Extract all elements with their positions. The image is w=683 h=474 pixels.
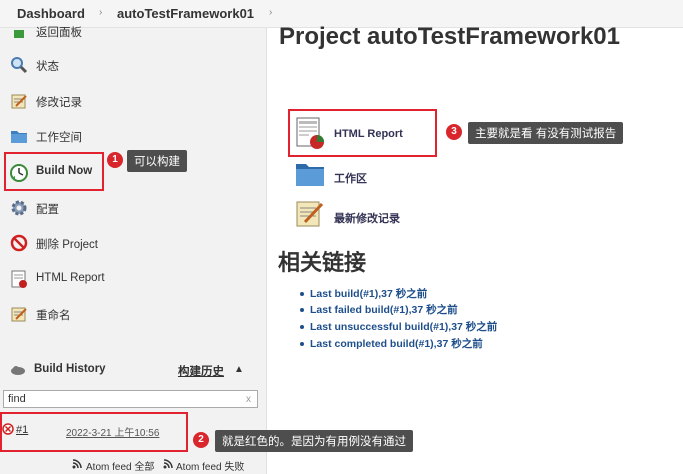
sidebar-item-changes[interactable]: 修改记录 — [0, 84, 267, 118]
chevron-up-icon[interactable]: ▲ — [234, 364, 244, 375]
sidebar-item-configure[interactable]: 配置 — [0, 191, 267, 225]
sidebar-item-label: 配置 — [36, 204, 59, 216]
rss-icon — [163, 459, 173, 469]
related-link-last-failed[interactable]: Last failed build(#1),37 秒之前 — [300, 302, 458, 317]
sidebar-item-html-report[interactable]: HTML Report — [0, 262, 267, 296]
sidebar-item-status[interactable]: 状态 — [0, 48, 267, 82]
sidebar-item-label: 删除 Project — [36, 239, 98, 251]
notepad-icon[interactable] — [295, 198, 325, 228]
sidebar-item-rename[interactable]: 重命名 — [0, 297, 267, 331]
highlight-failed-build — [0, 412, 188, 452]
report-icon — [11, 270, 27, 288]
annotation-tooltip-3: 主要就是看 有没有测试报告 — [468, 122, 624, 144]
folder-icon — [11, 131, 27, 143]
latest-changes-link[interactable]: 最新修改记录 — [334, 210, 400, 226]
search-icon — [11, 57, 28, 74]
sidebar-item-label: 工作空间 — [36, 132, 82, 144]
sidebar-item-label: 重命名 — [36, 310, 71, 322]
atom-feed-fail-link[interactable]: Atom feed 失败 — [176, 458, 244, 473]
annotation-badge-2: 2 — [193, 432, 209, 448]
related-link-last-completed[interactable]: Last completed build(#1),37 秒之前 — [300, 336, 483, 351]
chevron-right-icon[interactable]: › — [269, 7, 272, 18]
no-entry-icon — [10, 234, 28, 252]
workspace-link[interactable]: 工作区 — [334, 170, 367, 186]
notepad-icon — [11, 94, 27, 109]
related-link-last-build[interactable]: Last build(#1),37 秒之前 — [300, 286, 427, 301]
gear-icon — [11, 200, 27, 216]
up-arrow-icon — [14, 30, 24, 38]
atom-feed-all-link[interactable]: Atom feed 全部 — [86, 458, 154, 473]
page-title: Project autoTestFramework01 — [279, 23, 621, 50]
build-search-input[interactable] — [3, 390, 258, 408]
annotation-badge-3: 3 — [446, 124, 462, 140]
clear-search-icon[interactable]: x — [246, 394, 251, 405]
annotation-badge-1: 1 — [107, 152, 123, 168]
sidebar: 返回面板 状态 修改记录 工作空间 Build Now 配置 删除 Projec… — [0, 27, 267, 474]
related-link-last-unsuccessful[interactable]: Last unsuccessful build(#1),37 秒之前 — [300, 319, 497, 334]
highlight-html-report — [288, 109, 437, 157]
highlight-build-now — [4, 152, 104, 191]
related-links-title: 相关链接 — [278, 250, 367, 275]
sidebar-item-delete-project[interactable]: 删除 Project — [0, 226, 267, 260]
folder-icon[interactable] — [295, 160, 325, 188]
sidebar-item-workspace[interactable]: 工作空间 — [0, 119, 267, 153]
annotation-tooltip-2: 就是红色的。是因为有用例没有通过 — [215, 430, 413, 452]
annotation-tooltip-1: 可以构建 — [127, 150, 187, 172]
build-trend-link[interactable]: 构建历史 — [178, 363, 224, 379]
notepad-icon — [11, 307, 27, 322]
build-history-title: Build History — [34, 363, 106, 375]
sidebar-item-label: 修改记录 — [36, 97, 82, 109]
sidebar-item-back-dashboard[interactable]: 返回面板 — [0, 14, 267, 48]
cloud-icon — [11, 366, 25, 375]
sidebar-item-label: 状态 — [36, 61, 59, 73]
rss-icon — [72, 459, 82, 469]
sidebar-item-label: HTML Report — [36, 272, 105, 284]
sidebar-item-label: 返回面板 — [36, 27, 82, 39]
build-history-header: Build History 构建历史 ▲ — [0, 354, 267, 384]
